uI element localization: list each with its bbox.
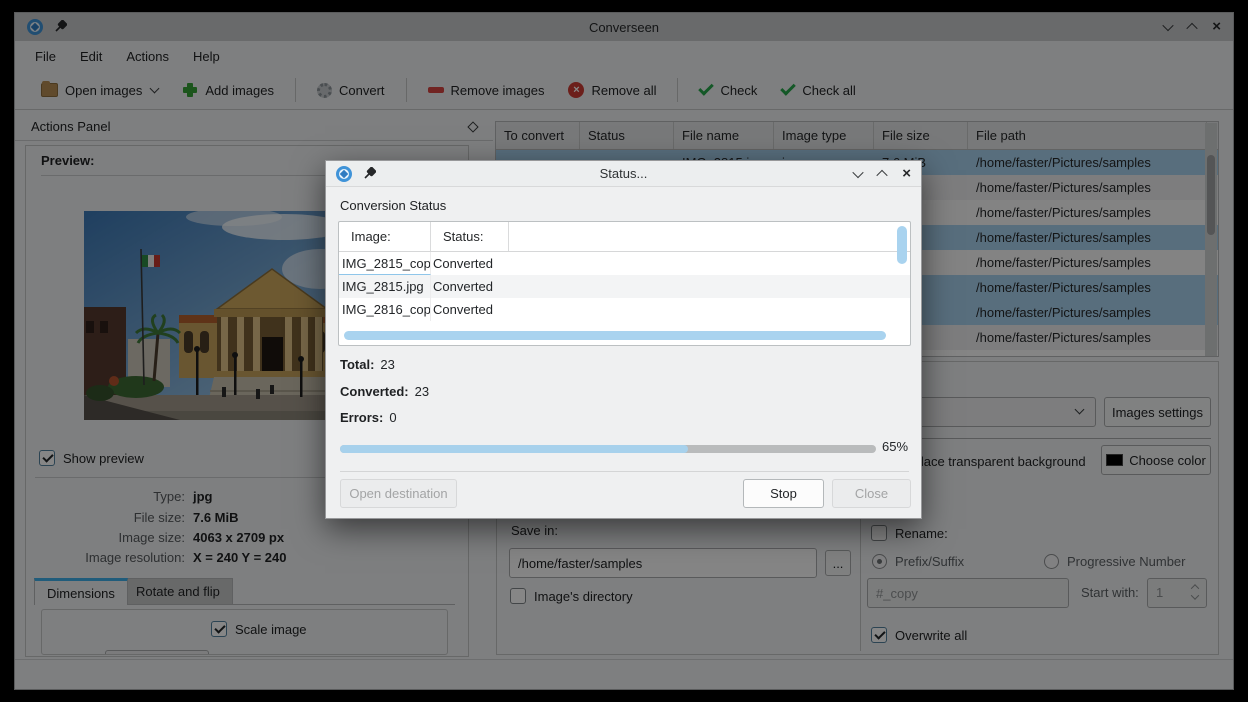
conversion-progress-fill <box>340 445 689 453</box>
column-header[interactable]: Status: <box>431 222 509 251</box>
conversion-status-heading: Conversion Status <box>340 198 447 213</box>
converted-value: 23 <box>414 384 430 399</box>
converted-row: Converted: 23 <box>340 384 429 399</box>
minimize-icon[interactable] <box>852 166 864 178</box>
conversion-row[interactable]: IMG_2815_copy. Converted <box>339 252 910 275</box>
column-header[interactable]: Image: <box>339 222 431 251</box>
conversion-cell: IMG_2815_copy. <box>339 252 431 275</box>
close-button[interactable]: Close <box>832 479 911 508</box>
divider <box>340 471 909 472</box>
stop-button[interactable]: Stop <box>743 479 824 508</box>
dialog-title: Status... <box>599 166 648 181</box>
conversion-table-header: Image: Status: <box>339 222 910 252</box>
dialog-titlebar: Status... × <box>326 161 921 187</box>
dialog-vscrollbar-thumb[interactable] <box>897 226 907 264</box>
total-value: 23 <box>380 357 395 372</box>
conversion-row[interactable]: IMG_2816_copy. Converted <box>339 298 910 321</box>
conversion-table-body: IMG_2815_copy. Converted IMG_2815.jpg Conve… <box>339 252 910 321</box>
conversion-table: Image: Status: IMG_2815_copy. Converted IMG… <box>338 221 911 346</box>
errors-row: Errors: 0 <box>340 410 397 425</box>
progress-percent: 65% <box>882 439 909 454</box>
converted-label: Converted: <box>340 384 409 399</box>
errors-label: Errors: <box>340 410 384 425</box>
open-destination-button[interactable]: Open destination <box>340 479 457 508</box>
conversion-cell: Converted <box>433 256 493 271</box>
total-row: Total: 23 <box>340 357 395 372</box>
conversion-row[interactable]: IMG_2815.jpg Converted <box>339 275 910 298</box>
status-dialog: Status... × Conversion Status Image: Stat… <box>325 160 922 519</box>
conversion-cell: Converted <box>433 279 493 294</box>
conversion-cell: Converted <box>433 302 493 317</box>
conversion-progressbar <box>340 445 876 453</box>
total-label: Total: <box>340 357 375 372</box>
conversion-cell: IMG_2815.jpg <box>339 275 431 298</box>
dialog-hscrollbar-thumb[interactable] <box>344 331 886 340</box>
close-icon[interactable]: × <box>902 166 911 181</box>
errors-value: 0 <box>389 410 397 425</box>
conversion-cell: IMG_2816_copy. <box>339 298 431 321</box>
